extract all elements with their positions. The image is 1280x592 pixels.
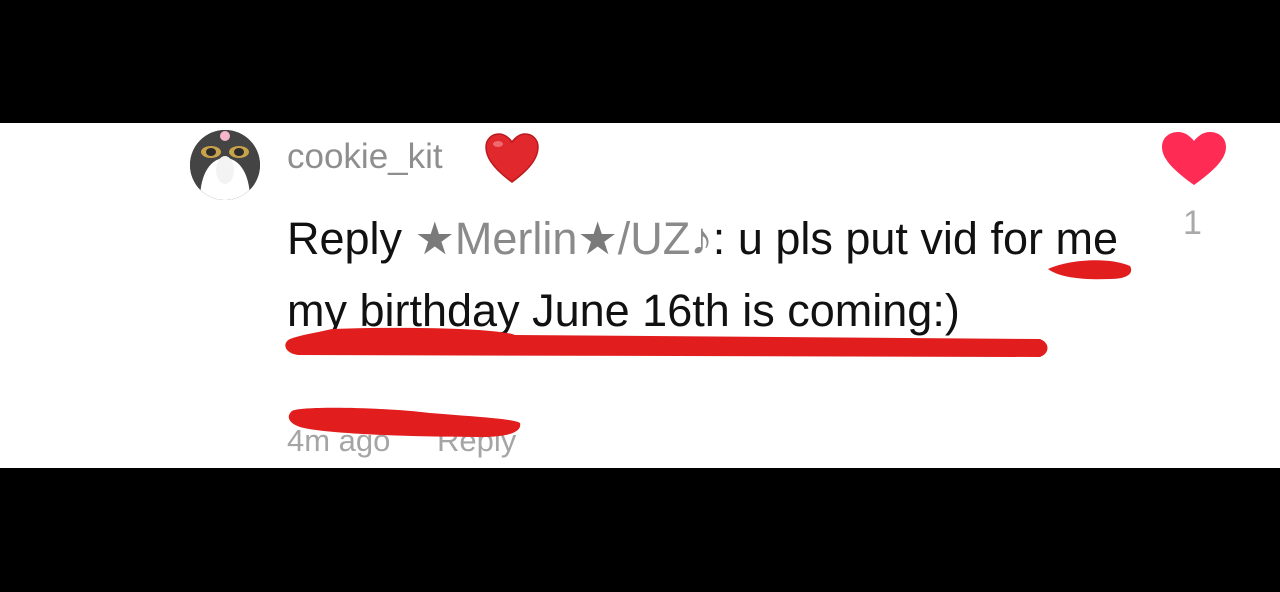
star-icon: ★ xyxy=(414,213,455,264)
reply-separator: : xyxy=(712,213,738,264)
red-heart-emoji-icon xyxy=(485,133,539,183)
reply-button[interactable]: Reply xyxy=(437,423,516,458)
comment-meta: 4m ago Reply xyxy=(287,421,516,461)
username[interactable]: cookie_kit xyxy=(287,137,443,177)
timestamp: 4m ago xyxy=(287,423,391,458)
comment-body: Reply ★Merlin★/UZ♪: u pls put vid for me… xyxy=(287,203,1157,347)
reply-target-mention[interactable]: ★Merlin★/UZ♪ xyxy=(415,213,713,264)
heart-like-icon[interactable] xyxy=(1160,131,1228,187)
reply-target-suffix[interactable]: /UZ♪ xyxy=(618,213,713,264)
username-text[interactable]: cookie_kit xyxy=(287,137,443,176)
avatar[interactable] xyxy=(190,130,260,200)
cat-avatar-icon xyxy=(190,130,260,200)
comment-card: cookie_kit Reply ★Merlin★/UZ♪: u pls put… xyxy=(0,123,1280,468)
reply-target-name[interactable]: Merlin xyxy=(455,213,578,264)
reply-prefix: Reply xyxy=(287,213,403,264)
like-count: 1 xyxy=(1183,204,1202,242)
star-icon: ★ xyxy=(577,213,618,264)
